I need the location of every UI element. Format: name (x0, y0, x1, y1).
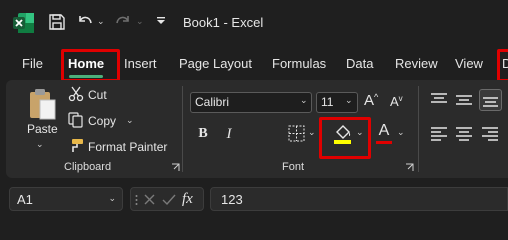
tab-data[interactable]: Data (346, 56, 373, 71)
align-right-icon[interactable] (481, 126, 499, 142)
paste-button[interactable]: Paste (27, 122, 58, 136)
format-painter-icon[interactable] (68, 138, 84, 154)
align-center-icon[interactable] (455, 126, 473, 142)
enter-icon[interactable] (162, 193, 176, 206)
font-size-value: 11 (321, 95, 334, 109)
cut-icon[interactable] (68, 86, 84, 102)
insert-function-button[interactable]: fx (182, 191, 193, 208)
excel-logo-icon (13, 12, 35, 34)
tab-page-layout[interactable]: Page Layout (179, 56, 252, 71)
cancel-icon[interactable] (143, 193, 156, 206)
tab-insert[interactable]: Insert (124, 56, 157, 71)
borders-icon[interactable] (288, 125, 306, 143)
borders-dropdown-icon[interactable]: ⌄ (308, 127, 316, 138)
developer-tab-highlight-box (497, 49, 508, 82)
redo-icon[interactable] (114, 12, 132, 30)
cut-button[interactable]: Cut (88, 88, 107, 102)
name-box[interactable]: A1 ⌄ (9, 187, 123, 211)
formula-value: 123 (221, 192, 243, 207)
clipboard-dialog-launcher-icon[interactable] (171, 163, 180, 172)
name-box-value: A1 (17, 192, 33, 207)
group-separator-2 (418, 86, 419, 172)
shrink-font-icon[interactable]: Av (390, 94, 403, 109)
font-size-chevron-icon[interactable]: ⌄ (345, 95, 353, 106)
font-color-icon[interactable]: A (376, 123, 392, 144)
tab-file[interactable]: File (22, 56, 43, 71)
font-dialog-launcher-icon[interactable] (405, 163, 414, 172)
home-tab-highlight-box (61, 49, 120, 82)
font-group-label: Font (282, 161, 305, 173)
align-middle-icon[interactable] (455, 92, 473, 108)
window-title: Book1 - Excel (183, 15, 264, 30)
font-family-dropdown[interactable]: Calibri (190, 92, 312, 113)
shrink-font-glyph: A (390, 94, 399, 109)
drag-handle-icon[interactable] (135, 194, 138, 206)
formula-input[interactable]: 123 (210, 187, 508, 211)
redo-dropdown-icon[interactable]: ⌄ (136, 16, 144, 27)
fill-color-highlight-box (319, 117, 371, 159)
align-top-icon[interactable] (430, 92, 448, 108)
undo-dropdown-icon[interactable]: ⌄ (97, 16, 105, 27)
font-color-glyph: A (378, 122, 390, 139)
grow-font-icon[interactable]: A^ (364, 92, 378, 109)
tab-view[interactable]: View (455, 56, 483, 71)
bold-button[interactable]: B (193, 124, 213, 144)
customize-qat-icon[interactable] (156, 16, 166, 26)
paste-icon[interactable] (28, 87, 58, 121)
align-bottom-icon[interactable] (479, 89, 502, 111)
undo-icon[interactable] (76, 12, 94, 30)
align-left-icon[interactable] (430, 126, 448, 142)
font-family-value: Calibri (195, 95, 230, 109)
copy-dropdown-icon[interactable]: ⌄ (126, 115, 134, 126)
grow-font-glyph: A (364, 92, 375, 109)
clipboard-group-label: Clipboard (64, 161, 112, 173)
formula-buttons: fx (130, 187, 204, 211)
group-separator (182, 86, 183, 172)
name-box-chevron-icon[interactable]: ⌄ (108, 193, 116, 204)
tab-formulas[interactable]: Formulas (272, 56, 326, 71)
format-painter-button[interactable]: Format Painter (88, 140, 167, 154)
italic-button[interactable]: I (219, 124, 239, 144)
copy-button[interactable]: Copy (88, 114, 116, 128)
font-family-chevron-icon[interactable]: ⌄ (300, 95, 308, 106)
save-icon[interactable] (48, 13, 66, 31)
tab-review[interactable]: Review (395, 56, 438, 71)
font-color-dropdown-icon[interactable]: ⌄ (397, 127, 405, 138)
font-color-swatch (376, 141, 392, 144)
paste-dropdown-icon[interactable]: ⌄ (36, 139, 44, 150)
copy-icon[interactable] (68, 112, 84, 128)
